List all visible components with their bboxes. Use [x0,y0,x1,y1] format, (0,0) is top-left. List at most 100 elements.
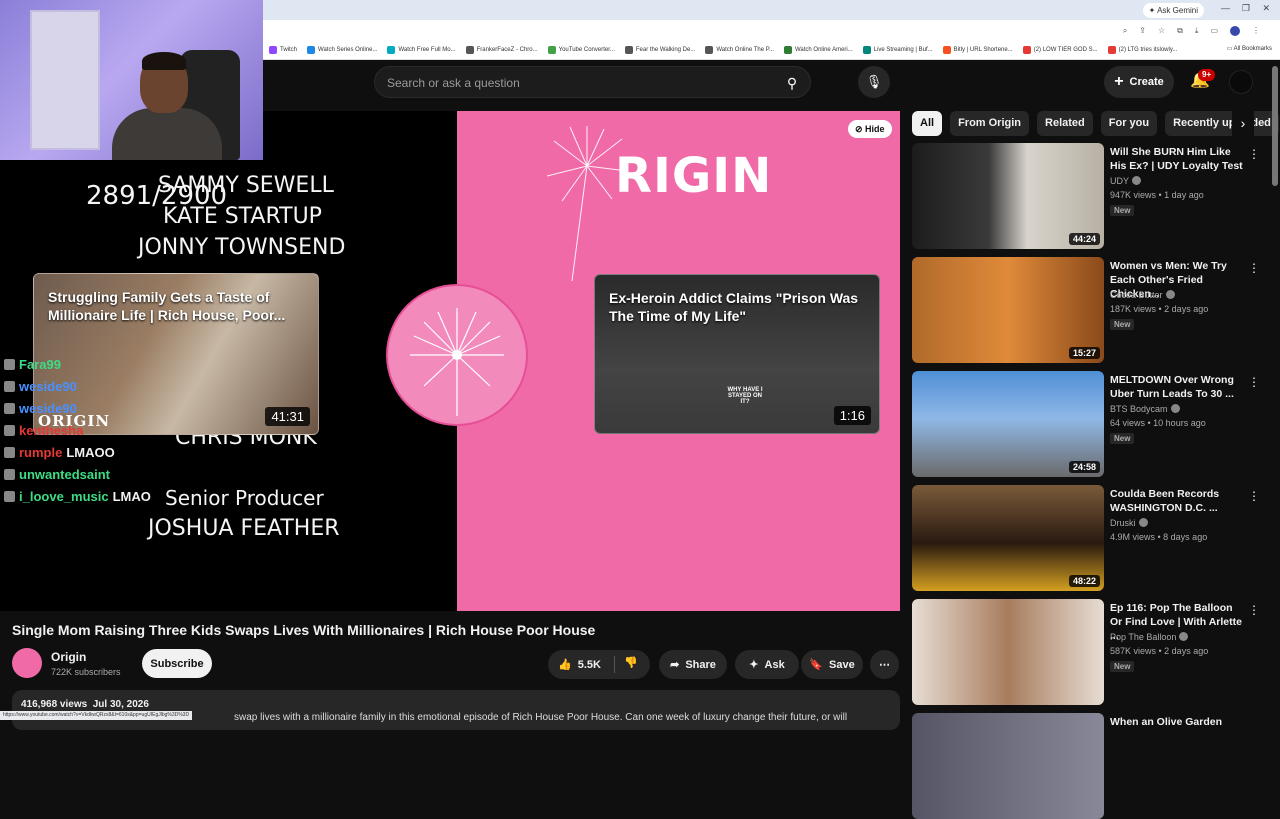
bookmark-item[interactable]: Watch Online The P... [705,46,774,54]
channel-avatar[interactable] [12,648,42,678]
chips-next-button[interactable]: › [1232,111,1254,136]
channel-name: Druski [1110,518,1136,528]
voice-search-button[interactable]: 🎙 [858,66,890,98]
bookmark-label: Bitly | URL Shortene... [953,47,1013,53]
video-title[interactable]: Coulda Been Records WASHINGTON D.C. ... [1110,487,1244,515]
all-bookmarks-button[interactable]: ▭ All Bookmarks [1227,45,1272,52]
ask-button[interactable]: ✦ Ask [735,650,799,679]
profile-icon[interactable] [1230,26,1240,36]
filter-chip[interactable]: Recently uploaded [1165,111,1279,136]
video-thumbnail[interactable]: 48:22 [912,485,1104,591]
bookmark-favicon-icon [547,46,556,54]
bookmarks-list: Twitch Watch Series Online... Watch Free F… [263,42,1177,58]
video-title[interactable]: When an Olive Garden [1110,715,1244,729]
ask-gemini-button[interactable]: ✦ Ask Gemini [1142,3,1204,18]
video-menu-icon[interactable]: ⋮ [1248,261,1260,275]
description-box[interactable] [12,690,900,730]
more-icon: ⋯ [879,659,890,671]
video-thumbnail[interactable]: 15:27 [912,257,1104,363]
credit-line: KATE STARTUP [163,204,322,229]
video-player[interactable]: 2891/2900 SAMMY SEWELL KATE STARTUP JONN… [0,111,900,611]
subscribe-button[interactable]: Subscribe [142,649,212,678]
ask-gemini-label: Ask Gemini [1157,6,1198,15]
video-thumbnail[interactable] [912,599,1104,705]
video-meta: 587K views • 2 days ago [1110,646,1209,656]
bookmark-item[interactable]: Watch Series Online... [307,46,377,54]
bookmark-item[interactable]: Bitly | URL Shortene... [942,46,1013,54]
thumbs-down-icon[interactable]: 👎 [624,656,638,669]
close-icon[interactable]: ✕ [1262,3,1270,14]
video-title[interactable]: MELTDOWN Over Wrong Uber Turn Leads To 3… [1110,373,1244,401]
video-meta: 187K views • 2 days ago [1110,304,1209,314]
video-menu-icon[interactable]: ⋮ [1248,375,1260,389]
like-count[interactable]: 5.5K [578,659,601,671]
bookmark-favicon-icon [465,46,474,54]
bookmark-item[interactable]: YouTube Converter... [547,46,615,54]
recommended-video[interactable]: 48:22 Coulda Been Records WASHINGTON D.C.… [912,485,1262,591]
channel-name[interactable]: Origin [51,650,86,664]
filter-chips: All From Origin Related For you Recently upl… [912,111,1279,136]
video-title[interactable]: Will She BURN Him Like His Ex? | UDY Loy… [1110,145,1244,173]
bookmark-favicon-icon [307,46,316,54]
extensions-icon[interactable]: ⧉ [1177,26,1183,36]
bookmark-item[interactable]: Live Streaming | Buf... [862,46,933,54]
bookmark-item[interactable]: Fear the Walking De... [624,46,696,54]
create-button[interactable]: + Create [1104,66,1174,98]
star-icon[interactable]: ☆ [1158,26,1165,36]
video-channel[interactable]: UDY [1110,176,1142,186]
end-screen-video-right[interactable]: Ex-Heroin Addict Claims "Prison Was The … [594,274,880,434]
filter-chip[interactable]: For you [1100,111,1158,136]
recommended-video[interactable]: 24:58 MELTDOWN Over Wrong Uber Turn Leads… [912,371,1262,477]
channel-logo-circle[interactable] [388,286,526,424]
chat-message: weside90 [4,375,151,397]
hide-end-screen-button[interactable]: ⊘ Hide [848,120,892,138]
search-button[interactable]: ⚲ [780,71,804,95]
search-input[interactable]: Search or ask a question [387,76,520,90]
chat-message: Fara99 [4,353,151,375]
browser-menu-icon[interactable]: ⋮ [1252,26,1260,36]
share-page-icon[interactable]: ⇪ [1139,26,1146,36]
thumbs-up-icon[interactable]: 👍 [558,658,572,671]
account-avatar[interactable] [1229,70,1253,94]
new-badge: New [1110,319,1135,330]
recommended-video[interactable]: 44:24 Will She BURN Him Like His Ex? | UD… [912,143,1262,249]
bookmark-item[interactable]: Twitch [269,46,297,54]
bookmark-item[interactable]: (2) LTG tries itslowly... [1107,46,1177,54]
search-box[interactable]: Search or ask a question ⚲ [374,66,811,98]
video-meta: 64 views • 10 hours ago [1110,418,1206,428]
recommended-video[interactable]: 15:27 Women vs Men: We Try Each Other's F… [912,257,1262,363]
restore-icon[interactable]: ❐ [1242,3,1250,14]
filter-chip[interactable]: All [912,111,943,136]
video-menu-icon[interactable]: ⋮ [1248,147,1260,161]
video-menu-icon[interactable]: ⋮ [1248,603,1260,617]
video-thumbnail[interactable]: 24:58 [912,371,1104,477]
video-channel[interactable]: Cocoa Butter [1110,290,1175,300]
subscriber-count: 722K subscribers [51,667,121,677]
scrollbar[interactable] [1272,66,1278,186]
video-menu-icon[interactable]: ⋮ [1248,489,1260,503]
video-channel[interactable]: BTS Bodycam [1110,404,1180,414]
sidebar-icon[interactable]: ▭ [1210,26,1218,36]
chat-username: i_loove_music [19,488,109,504]
chat-username: weside90 [19,400,77,416]
video-channel[interactable]: Pop The Balloon [1110,632,1189,642]
video-channel[interactable]: Druski [1110,518,1148,528]
bookmark-label: Fear the Walking De... [635,47,696,53]
channel-name: Pop The Balloon [1110,632,1177,642]
recommended-video[interactable]: When an Olive Garden [912,713,1262,819]
filter-chip[interactable]: From Origin [950,111,1030,136]
more-actions-button[interactable]: ⋯ [870,650,899,679]
bookmark-item[interactable]: (2) LOW TIER GOD S... [1022,46,1098,54]
recommended-video[interactable]: Ep 116: Pop The Balloon Or Find Love | W… [912,599,1262,705]
share-button[interactable]: ➦ Share [659,650,727,679]
downloads-icon[interactable]: ⤓ [1195,26,1199,36]
minimize-icon[interactable]: — [1221,3,1230,13]
bookmark-item[interactable]: Watch Online Ameri... [783,46,853,54]
video-thumbnail[interactable]: 44:24 [912,143,1104,249]
filter-chip[interactable]: Related [1037,111,1093,136]
bookmark-item[interactable]: FrankerFaceZ - Chro... [465,46,538,54]
bookmark-item[interactable]: Watch Free Full Mo... [387,46,456,54]
video-thumbnail[interactable] [912,713,1104,819]
save-button[interactable]: 🔖 Save [801,650,863,679]
zoom-icon[interactable]: ⌕ [1123,26,1127,36]
